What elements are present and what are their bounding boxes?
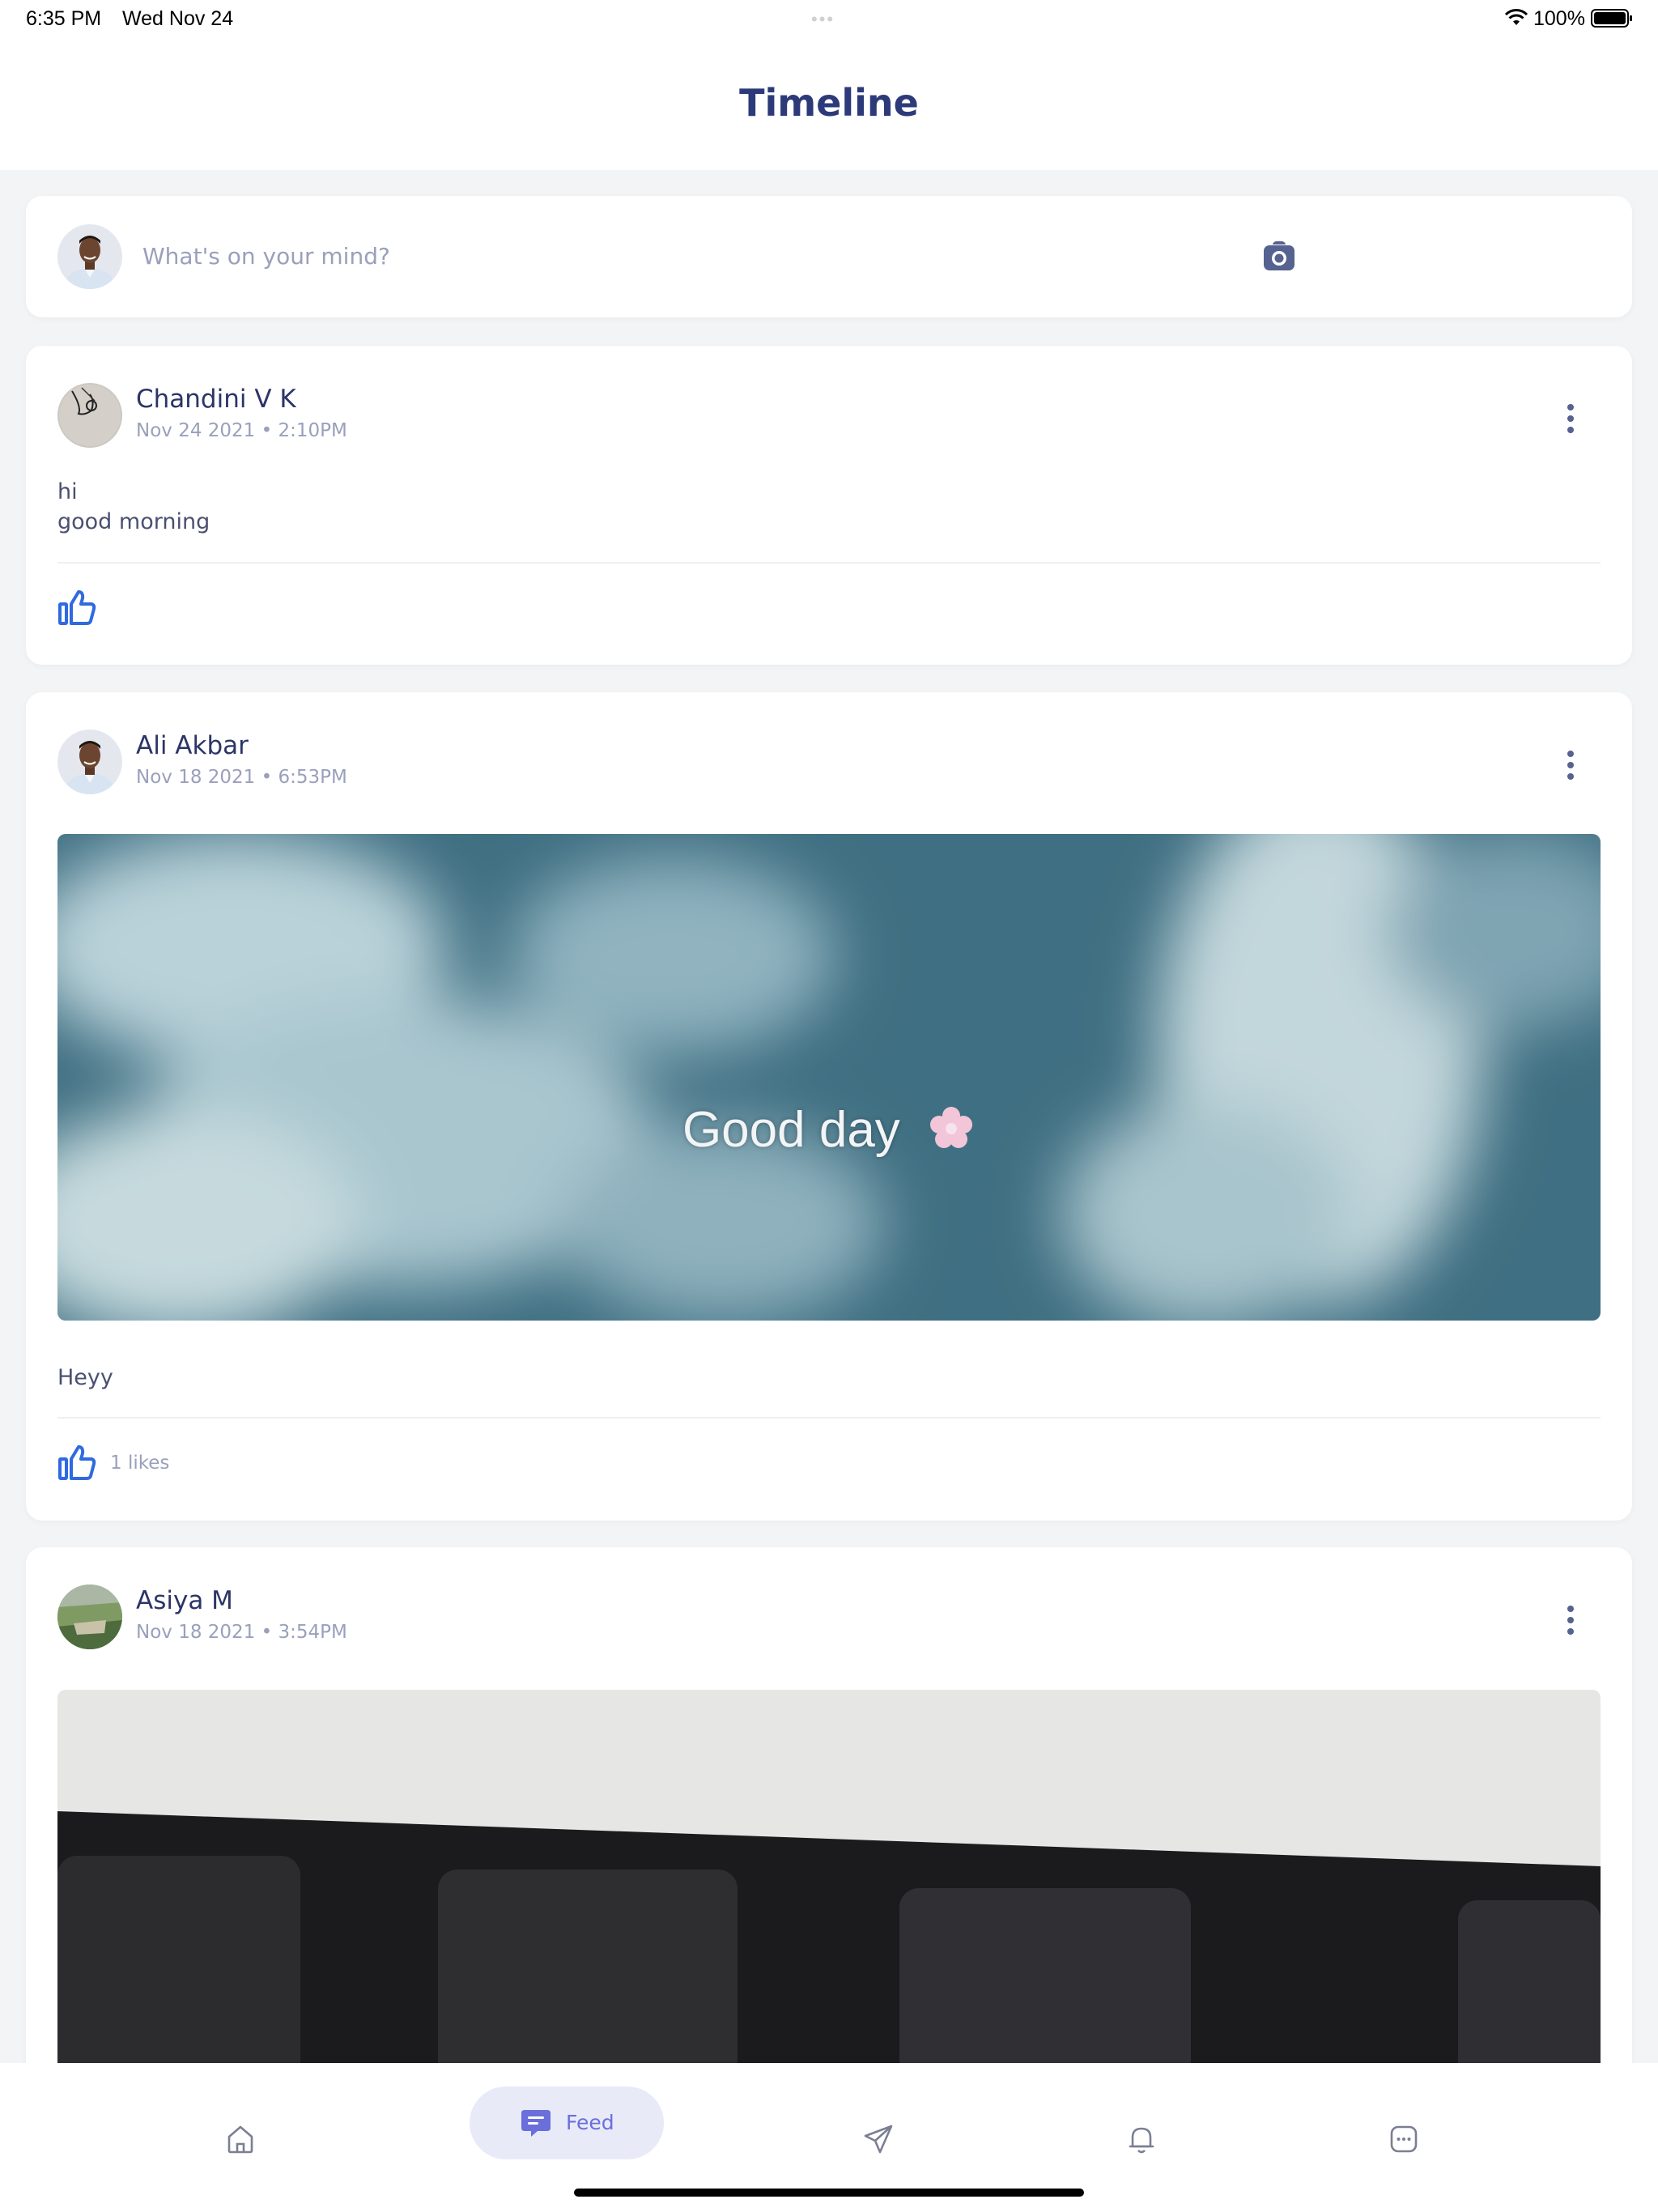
divider [57, 562, 1601, 564]
home-indicator[interactable] [574, 2189, 1084, 2197]
post-timestamp: Nov 24 2021 • 2:10PM [136, 420, 347, 441]
divider [57, 1417, 1601, 1419]
composer-input[interactable]: What's on your mind? [142, 243, 390, 270]
post-timestamp: Nov 18 2021 • 6:53PM [136, 767, 347, 788]
bell-icon[interactable] [1125, 2123, 1158, 2155]
chat-bubble-icon [521, 2110, 551, 2137]
thumbs-up-icon[interactable] [57, 1444, 96, 1481]
post-text-line: hi [57, 479, 78, 504]
post-text-line: good morning [57, 509, 210, 534]
more-vertical-icon[interactable] [1564, 402, 1577, 435]
post-composer[interactable]: What's on your mind? [26, 196, 1632, 317]
avatar[interactable] [57, 1585, 122, 1649]
post-time: 2:10PM [278, 420, 347, 441]
status-time: 6:35 PM [26, 7, 102, 30]
paper-plane-icon[interactable] [862, 2123, 895, 2155]
meta-separator: • [261, 1622, 278, 1643]
header: Timeline [0, 39, 1658, 170]
thumbs-up-icon[interactable] [57, 589, 96, 626]
home-icon[interactable] [224, 2123, 257, 2155]
page-title: Timeline [739, 81, 919, 125]
more-square-icon[interactable] [1388, 2123, 1420, 2155]
post-timestamp: Nov 18 2021 • 3:54PM [136, 1622, 347, 1643]
post-image[interactable]: Good day [57, 834, 1601, 1321]
post-date: Nov 18 2021 [136, 1622, 256, 1643]
likes-count[interactable]: 1 likes [110, 1453, 169, 1474]
post-author[interactable]: Asiya M [136, 1586, 233, 1615]
battery-percent: 100% [1533, 7, 1585, 30]
meta-separator: • [261, 767, 278, 788]
more-vertical-icon[interactable] [1564, 749, 1577, 781]
battery-icon [1591, 9, 1632, 28]
more-vertical-icon[interactable] [1564, 1604, 1577, 1636]
post-time: 6:53PM [278, 767, 347, 788]
post-card: Ali Akbar Nov 18 2021 • 6:53PM Good day … [26, 692, 1632, 1521]
avatar[interactable] [57, 730, 122, 794]
meta-separator: • [261, 420, 278, 441]
post-card: Chandini V K Nov 24 2021 • 2:10PM hi goo… [26, 346, 1632, 665]
avatar[interactable] [57, 224, 122, 289]
post-author[interactable]: Chandini V K [136, 385, 296, 414]
image-overlay-text: Good day [57, 1101, 1601, 1159]
post-text: hi good morning [57, 477, 210, 537]
flower-icon [930, 1107, 973, 1148]
post-date: Nov 24 2021 [136, 420, 256, 441]
post-date: Nov 18 2021 [136, 767, 256, 788]
tab-feed[interactable]: Feed [470, 2087, 664, 2159]
wifi-icon [1504, 9, 1528, 25]
camera-icon[interactable] [1261, 238, 1297, 274]
tab-feed-label: Feed [566, 2111, 614, 2134]
post-caption: Heyy [57, 1365, 113, 1390]
avatar[interactable] [57, 383, 122, 448]
image-overlay-label: Good day [682, 1102, 900, 1158]
status-date: Wed Nov 24 [122, 7, 234, 30]
status-bar: 6:35 PM Wed Nov 24 ••• 100% [0, 0, 1658, 39]
post-time: 3:54PM [278, 1622, 347, 1643]
post-author[interactable]: Ali Akbar [136, 731, 249, 760]
multitasking-dots-icon[interactable]: ••• [811, 9, 835, 30]
